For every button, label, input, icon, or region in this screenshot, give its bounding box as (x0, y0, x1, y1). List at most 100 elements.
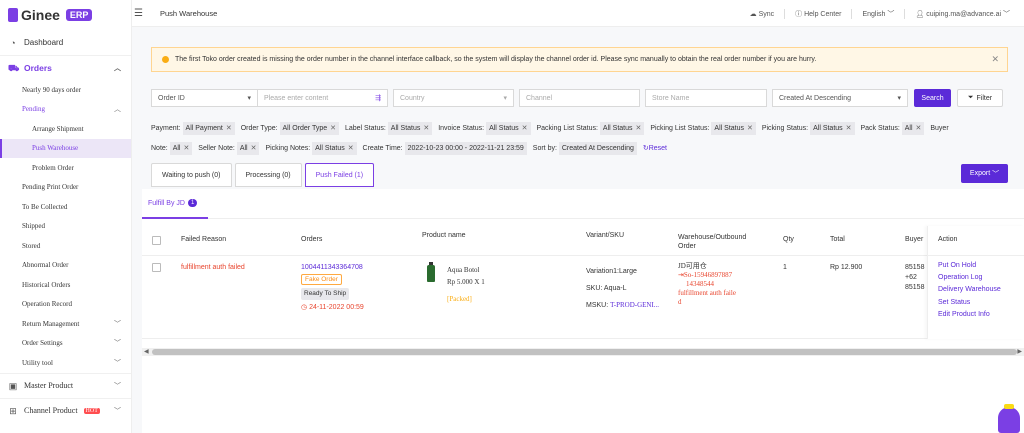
filter-chip[interactable]: All Status ✕ (810, 122, 855, 135)
filter-chip[interactable]: All Status ✕ (486, 122, 531, 135)
sidebar-item-dashboard[interactable]: ◔ Dashboard (0, 30, 131, 56)
sidebar-item-operation-record[interactable]: Operation Record (0, 295, 131, 315)
channel-select[interactable]: Channel (519, 89, 640, 107)
count-badge: 1 (187, 199, 198, 207)
filter-chip[interactable]: All Status ✕ (312, 142, 357, 155)
close-icon[interactable]: ✕ (183, 145, 189, 152)
sidebar-item-pending-print[interactable]: Pending Print Order (0, 178, 131, 198)
reset-button[interactable]: ↻Reset (643, 145, 667, 152)
chevron-down-icon: ﹀ (114, 339, 121, 348)
filter-chip[interactable]: All Status ✕ (711, 122, 756, 135)
export-button[interactable]: Export ﹀ (961, 164, 1008, 183)
language-select[interactable]: English ﹀ (862, 9, 894, 19)
sidebar-item-arrange-shipment[interactable]: Arrange Shipment (0, 119, 131, 139)
filter-chip[interactable]: All ✕ (901, 122, 925, 135)
filter-chip[interactable]: All ✕ (169, 142, 193, 155)
sidebar-item-problem-order[interactable]: Problem Order (0, 158, 131, 178)
tab-processing[interactable]: Processing (0) (234, 163, 302, 187)
close-icon[interactable]: ✕ (226, 125, 232, 132)
tab-fulfill-by-jd[interactable]: Fulfill By JD 1 (148, 199, 198, 207)
msku-label: MSKU: (586, 302, 609, 309)
sidebar-item-pending[interactable]: Pending ︿ (0, 100, 131, 120)
search-button[interactable]: Search (914, 89, 951, 107)
chip-label: Label Status: (344, 125, 386, 132)
sidebar-item-abnormal-order[interactable]: Abnormal Order (0, 256, 131, 276)
scrollbar-thumb[interactable] (152, 349, 1017, 355)
order-id-select[interactable]: Order ID ▾ (151, 89, 258, 107)
scroll-right-icon[interactable]: ▶ (1017, 348, 1022, 356)
sort-select[interactable]: Created At Descending ▾ (772, 89, 908, 107)
sidebar-item-label: Nearly 90 days order (22, 85, 81, 94)
outbound-order-id[interactable]: So-15946897887 (684, 271, 732, 279)
filter-chip[interactable]: All Order Type ✕ (279, 122, 340, 135)
sidebar-item-return-management[interactable]: Return Management ﹀ (0, 314, 131, 334)
column-header: Orders (301, 236, 323, 243)
filter-chip[interactable]: All Status ✕ (599, 122, 645, 135)
close-icon[interactable]: ✕ (747, 125, 753, 132)
country-select[interactable]: Country ▾ (393, 89, 514, 107)
scroll-left-icon[interactable]: ◀ (144, 348, 149, 356)
filter-chip[interactable]: Created At Descending (558, 142, 637, 155)
close-icon[interactable]: ✕ (348, 145, 354, 152)
sidebar-item-to-be-collected[interactable]: To Be Collected (0, 197, 131, 217)
top-header: ☰ Push Warehouse ☁ Sync ⓘ Help Center En… (132, 0, 1024, 27)
msku-link[interactable]: T-PROD-GENI... (610, 301, 659, 309)
close-icon[interactable]: ✕ (522, 125, 528, 132)
sidebar-item-utility-tool[interactable]: Utility tool ﹀ (0, 353, 131, 373)
sidebar-item-nearly-90-days[interactable]: Nearly 90 days order (0, 80, 131, 100)
sidebar-item-orders[interactable]: ⛟ Orders ︿ (0, 56, 131, 80)
sidebar: Ginee ERP ◔ Dashboard ⛟ Orders ︿ Nearly … (0, 0, 132, 433)
delivery-warehouse-link[interactable]: Delivery Warehouse (938, 284, 1024, 296)
assistant-mascot-icon[interactable] (998, 404, 1020, 433)
chip-label: Pack Status: (860, 125, 900, 132)
edit-product-info-link[interactable]: Edit Product Info (938, 309, 1024, 321)
warehouse-info: JD可用仓 ⇥So-15946897887 14348544 fulfillme… (678, 262, 736, 307)
select-all-checkbox[interactable] (152, 236, 161, 245)
close-icon[interactable]: ✕ (423, 125, 429, 132)
user-menu[interactable]: 👤︎ cuiping.ma@advance.ai ﹀ (915, 9, 1010, 19)
sidebar-item-order-settings[interactable]: Order Settings ﹀ (0, 334, 131, 354)
sidebar-item-shipped[interactable]: Shipped (0, 217, 131, 237)
filter-button[interactable]: ⏷ Filter (957, 89, 1003, 107)
chip-value: All Status (602, 125, 633, 132)
multi-search-icon[interactable]: ⇶ (375, 94, 381, 102)
operation-log-link[interactable]: Operation Log (938, 272, 1024, 284)
sidebar-item-historical-orders[interactable]: Historical Orders (0, 275, 131, 295)
filter-chip[interactable]: All ✕ (236, 142, 260, 155)
chip-label: Buyer (930, 125, 949, 132)
tab-waiting-to-push[interactable]: Waiting to push (0) (151, 163, 232, 187)
close-icon[interactable]: ✕ (636, 125, 642, 132)
help-center-link[interactable]: ⓘ Help Center (795, 9, 841, 19)
filter-chip[interactable]: 2022-10-23 00:00 - 2022-11-21 23:59 (404, 142, 527, 155)
store-select[interactable]: Store Name (645, 89, 767, 107)
sidebar-item-channel-product[interactable]: ⊞ Channel Product HOT ﹀ (0, 397, 131, 423)
menu-toggle-icon[interactable]: ☰ (134, 8, 144, 19)
sidebar-item-master-product[interactable]: ▣ Master Product ﹀ (0, 372, 131, 398)
close-icon[interactable]: ✕ (991, 54, 999, 65)
search-input[interactable]: Please enter content ⇶ (257, 89, 388, 107)
horizontal-scrollbar[interactable]: ◀ ▶ (142, 348, 1024, 356)
order-id-link[interactable]: 1004411343364708 (301, 262, 364, 274)
product-image[interactable] (427, 262, 435, 282)
fake-order-tag: Fake Order (301, 274, 342, 285)
tab-push-failed[interactable]: Push Failed (1) (304, 163, 375, 187)
chip-value: All Status (390, 125, 421, 132)
cloud-icon: ☁ (749, 10, 757, 18)
close-icon[interactable]: ✕ (916, 125, 922, 132)
put-on-hold-link[interactable]: Put On Hold (938, 260, 1024, 272)
sidebar-item-stored[interactable]: Stored (0, 236, 131, 256)
filter-chip[interactable]: All Payment ✕ (182, 122, 235, 135)
close-icon[interactable]: ✕ (846, 125, 852, 132)
set-status-link[interactable]: Set Status (938, 297, 1024, 309)
filter-chip[interactable]: All Status ✕ (387, 122, 433, 135)
row-actions: Put On Hold Operation Log Delivery Wareh… (928, 256, 1024, 321)
close-icon[interactable]: ✕ (251, 145, 257, 152)
sync-button[interactable]: ☁ Sync (750, 10, 775, 18)
close-icon[interactable]: ✕ (330, 125, 336, 132)
chevron-down-icon: ﹀ (992, 170, 1000, 178)
row-checkbox[interactable] (152, 263, 161, 272)
user-email: cuiping.ma@advance.ai (926, 10, 1002, 18)
logo[interactable]: Ginee ERP (0, 0, 131, 30)
sidebar-item-push-warehouse[interactable]: Push Warehouse (0, 138, 131, 158)
fulfillment-tabs: Fulfill By JD 1 (142, 189, 1024, 219)
